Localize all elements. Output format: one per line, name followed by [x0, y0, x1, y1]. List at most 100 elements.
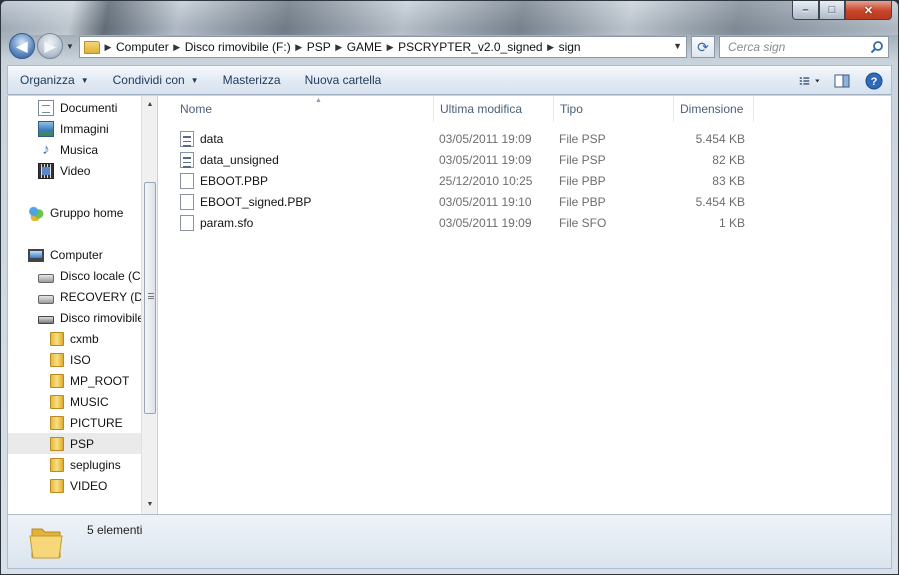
file-row[interactable]: data_unsigned 03/05/2011 19:09 File PSP …: [174, 149, 754, 170]
sort-ascending-icon: ▲: [315, 97, 322, 104]
drive-icon: [38, 294, 54, 304]
back-button[interactable]: ◀: [9, 33, 35, 59]
sidebar-item-immagini[interactable]: Immagini: [38, 118, 109, 139]
sidebar-item-disco-locale[interactable]: Disco locale (C:): [38, 265, 141, 286]
breadcrumb-chevron-icon[interactable]: ▶: [382, 42, 398, 53]
column-header-name[interactable]: Nome ▲: [174, 96, 434, 122]
search-icon[interactable]: [870, 40, 884, 54]
file-row[interactable]: EBOOT.PBP 25/12/2010 10:25 File PBP 83 K…: [174, 170, 754, 191]
folder-icon: [50, 373, 64, 388]
file-type: File PBP: [559, 194, 606, 209]
search-placeholder: Cerca sign: [728, 40, 786, 54]
sidebar-item-documenti[interactable]: Documenti: [38, 97, 117, 118]
file-name: data_unsigned: [200, 152, 279, 167]
close-button[interactable]: ✕: [845, 1, 892, 20]
item-count: 5 elementi: [87, 523, 143, 537]
back-arrow-icon: ◀: [16, 37, 28, 54]
psp-file-icon: [180, 151, 194, 168]
scroll-down-icon[interactable]: ▼: [142, 498, 158, 512]
title-bar[interactable]: [1, 1, 898, 35]
column-header-date[interactable]: Ultima modifica: [434, 96, 554, 122]
sidebar-item-cxmb[interactable]: cxmb: [50, 328, 99, 349]
file-list: Nome ▲ Ultima modifica Tipo Dimensione da…: [158, 96, 892, 514]
sidebar-item-musica[interactable]: ♪ Musica: [38, 139, 98, 160]
help-icon: ?: [865, 72, 883, 90]
sidebar-item-psp[interactable]: PSP: [8, 433, 141, 454]
breadcrumb-chevron-icon[interactable]: ▶: [331, 42, 347, 53]
breadcrumb-computer[interactable]: Computer: [116, 40, 169, 54]
view-list-icon: [799, 77, 820, 85]
generic-file-icon: [180, 214, 194, 231]
sidebar-item-recovery[interactable]: RECOVERY (D:): [38, 286, 141, 307]
details-pane: 5 elementi: [7, 514, 892, 569]
documents-icon: [38, 99, 54, 116]
sidebar-item-iso[interactable]: ISO: [50, 349, 91, 370]
refresh-button[interactable]: ⟳: [691, 36, 715, 58]
file-row[interactable]: EBOOT_signed.PBP 03/05/2011 19:10 File P…: [174, 191, 754, 212]
forward-arrow-icon: ▶: [44, 37, 56, 54]
breadcrumb-psp[interactable]: PSP: [307, 40, 331, 54]
navigation-scrollbar[interactable]: ▲ ▼: [141, 96, 158, 514]
forward-button[interactable]: ▶: [37, 33, 63, 59]
grip-icon: [148, 293, 154, 299]
scroll-up-icon[interactable]: ▲: [142, 98, 158, 112]
folder-icon: [50, 331, 64, 346]
folder-large-icon: [29, 528, 63, 559]
file-name: EBOOT.PBP: [200, 173, 269, 188]
share-with-button[interactable]: Condividi con ▼: [101, 65, 211, 95]
folder-icon: [50, 436, 64, 451]
view-options-button[interactable]: [799, 70, 821, 92]
minimize-button[interactable]: –: [792, 1, 819, 20]
sidebar-item-picture[interactable]: PICTURE: [50, 412, 123, 433]
folder-icon: [50, 352, 64, 367]
address-dropdown-icon[interactable]: ▼: [673, 41, 682, 51]
removable-drive-icon: [38, 316, 54, 324]
recent-pages-dropdown[interactable]: ▼: [66, 42, 78, 51]
breadcrumb-drive[interactable]: Disco rimovibile (F:): [185, 40, 291, 54]
svg-text:?: ?: [871, 76, 878, 88]
sidebar-item-music[interactable]: MUSIC: [50, 391, 109, 412]
help-button[interactable]: ?: [863, 70, 885, 92]
breadcrumb-chevron-icon[interactable]: ▶: [291, 42, 307, 53]
breadcrumb-pscrypter[interactable]: PSCRYPTER_v2.0_signed: [398, 40, 543, 54]
file-type: File PSP: [559, 152, 606, 167]
organize-button[interactable]: Organizza ▼: [8, 65, 101, 95]
column-header-size[interactable]: Dimensione: [674, 96, 754, 122]
file-type: File PSP: [559, 131, 606, 146]
scrollbar-thumb[interactable]: [144, 182, 156, 414]
folder-icon: [50, 457, 64, 472]
preview-pane-button[interactable]: [831, 70, 853, 92]
command-bar: Organizza ▼ Condividi con ▼ Masterizza Nuo…: [7, 65, 892, 95]
sidebar-item-gruppo-home[interactable]: Gruppo home: [28, 202, 123, 223]
preview-pane-icon: [834, 74, 850, 88]
file-row[interactable]: param.sfo 03/05/2011 19:09 File SFO 1 KB: [174, 212, 754, 233]
sidebar-item-computer[interactable]: Computer: [28, 244, 103, 265]
new-folder-button[interactable]: Nuova cartella: [293, 65, 394, 95]
local-disk-icon: [38, 273, 54, 283]
music-icon: ♪: [42, 140, 50, 158]
file-name: EBOOT_signed.PBP: [200, 194, 312, 209]
file-date: 25/12/2010 10:25: [439, 173, 533, 188]
file-name: data: [200, 131, 224, 146]
sidebar-item-mp-root[interactable]: MP_ROOT: [50, 370, 129, 391]
navigation-pane: Documenti Immagini ♪ Musica Video Gruppo …: [7, 96, 141, 514]
maximize-button[interactable]: □: [819, 1, 845, 20]
computer-icon: [28, 249, 44, 262]
breadcrumb-chevron-icon[interactable]: ▶: [543, 42, 559, 53]
sidebar-item-video-folder[interactable]: VIDEO: [50, 475, 107, 496]
folder-icon: [50, 394, 64, 409]
search-input[interactable]: Cerca sign: [719, 36, 889, 58]
file-size: 83 KB: [712, 173, 745, 188]
address-bar[interactable]: ▶ Computer ▶ Disco rimovibile (F:) ▶ PSP…: [79, 36, 687, 58]
sidebar-item-disco-rimovibile[interactable]: Disco rimovibile (F:): [38, 307, 141, 328]
column-header-type[interactable]: Tipo: [554, 96, 674, 122]
file-size: 1 KB: [718, 215, 745, 230]
file-row[interactable]: data 03/05/2011 19:09 File PSP 5.454 KB: [174, 128, 754, 149]
burn-button[interactable]: Masterizza: [211, 65, 293, 95]
breadcrumb-chevron-icon[interactable]: ▶: [169, 42, 185, 53]
breadcrumb-chevron-icon[interactable]: ▶: [100, 42, 116, 53]
breadcrumb-game[interactable]: GAME: [347, 40, 382, 54]
sidebar-item-seplugins[interactable]: seplugins: [50, 454, 121, 475]
sidebar-item-video[interactable]: Video: [38, 160, 90, 181]
breadcrumb-sign[interactable]: sign: [559, 40, 581, 54]
